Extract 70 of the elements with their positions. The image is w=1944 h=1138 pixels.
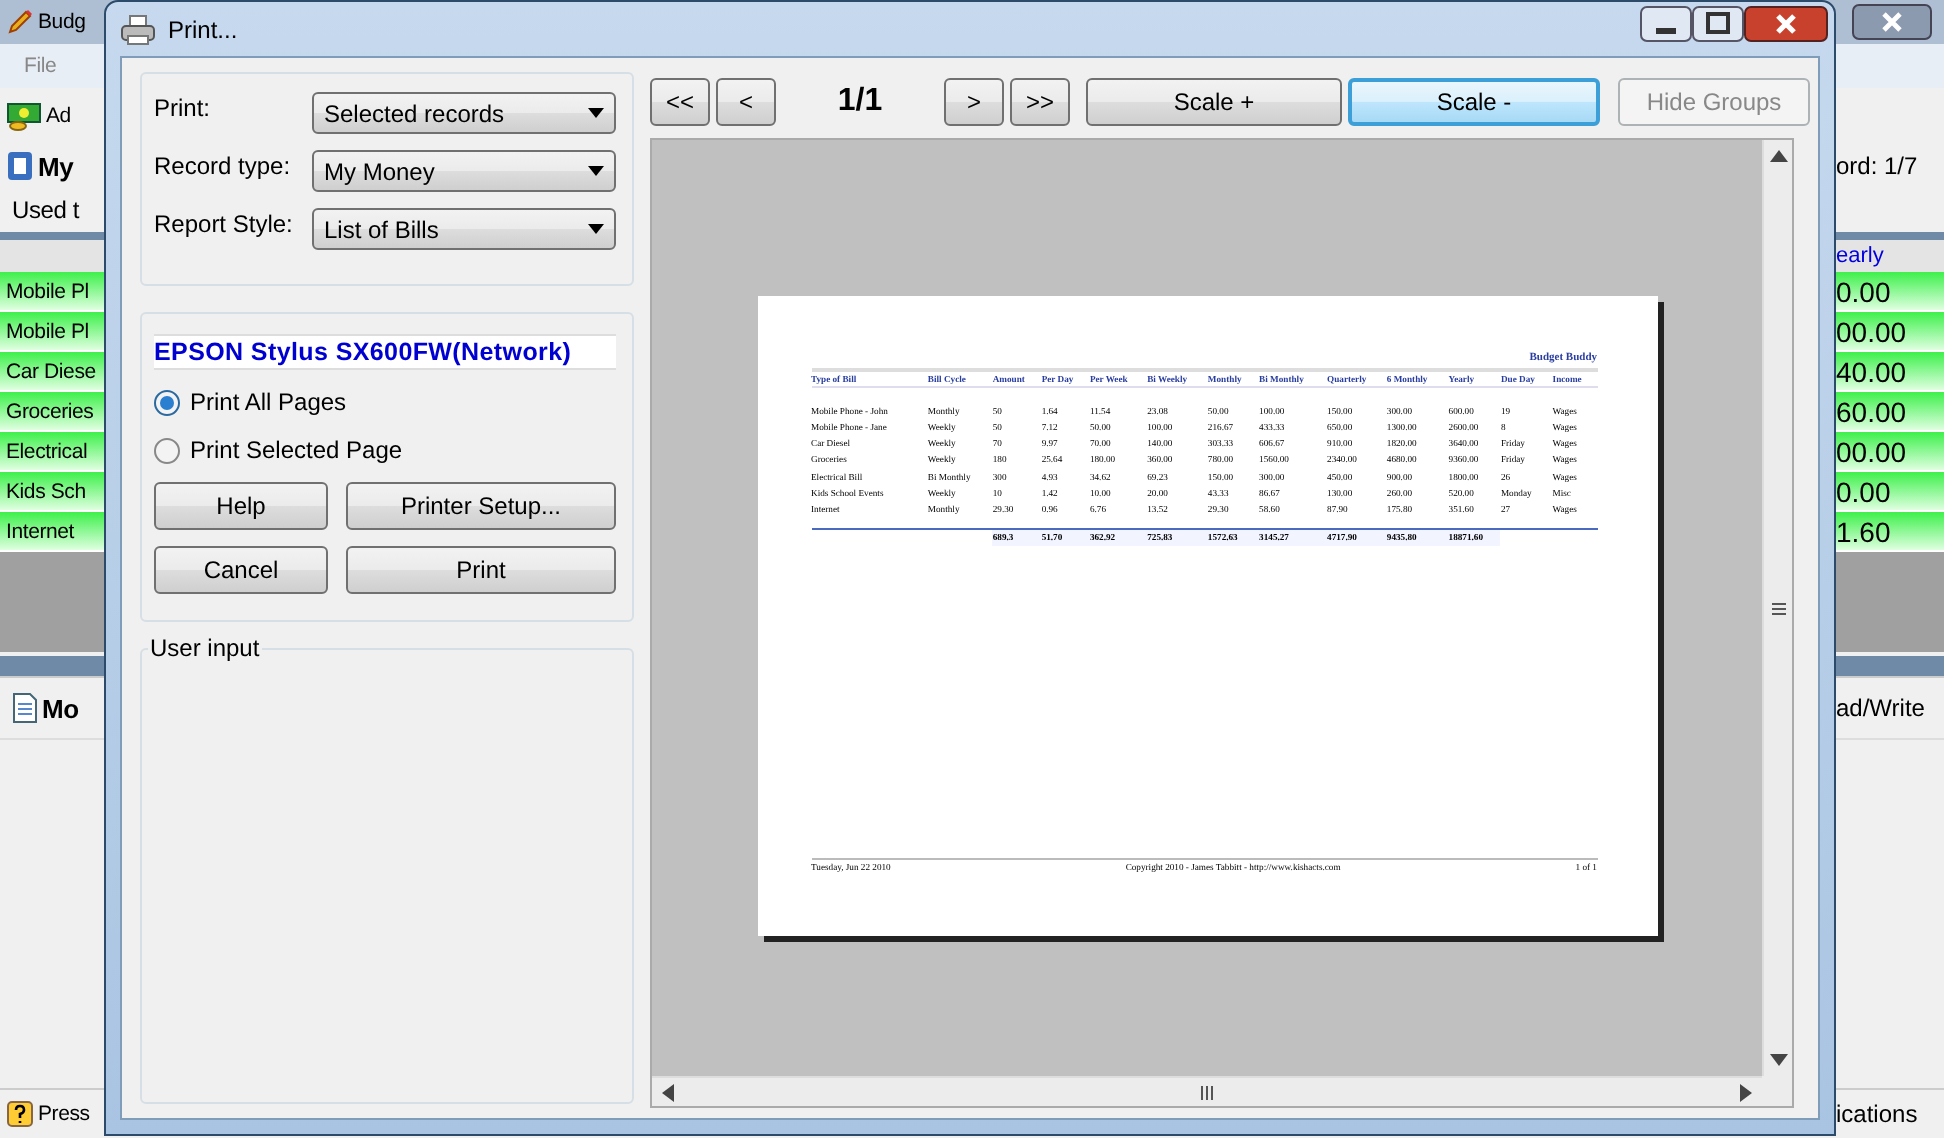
dialog-button[interactable]: Help <box>154 482 328 530</box>
pencil-icon <box>6 8 34 36</box>
page-number: 1/1 <box>835 84 885 120</box>
dialog-title: Print... <box>168 15 238 43</box>
table-cell: Mobile Pl <box>6 319 89 343</box>
table-cell: Internet <box>6 519 75 543</box>
help-icon <box>6 1100 34 1128</box>
dialog-button[interactable]: Print <box>346 546 616 594</box>
minimize-icon[interactable] <box>1640 5 1692 41</box>
section-title: Mo <box>42 693 79 723</box>
table-cell: Electrical <box>6 439 88 463</box>
table-cell: Car Diese <box>6 359 96 383</box>
nav-button[interactable]: << <box>650 78 710 126</box>
add-button[interactable]: Ad <box>46 104 71 128</box>
maximize-icon[interactable] <box>1692 5 1744 41</box>
money-icon <box>6 100 42 132</box>
table-cell: 00.00 <box>1836 315 1907 347</box>
dropdown[interactable]: My Money <box>312 150 616 192</box>
table-cell: 60.00 <box>1836 395 1907 427</box>
printer-name: EPSON Stylus SX600FW(Network) <box>154 334 616 370</box>
dropdown-arrow-icon <box>588 166 604 176</box>
dropdown[interactable]: List of Bills <box>312 208 616 250</box>
radio-label[interactable]: Print Selected Page <box>190 436 403 464</box>
scroll-down-icon[interactable] <box>1769 1054 1787 1066</box>
table-cell: Groceries <box>6 399 94 423</box>
vertical-scrollbar[interactable] <box>1762 140 1792 1076</box>
window-title: Budg <box>38 10 86 34</box>
radio-button[interactable] <box>154 437 180 463</box>
radio-label[interactable]: Print All Pages <box>190 388 347 416</box>
radio-button[interactable] <box>154 389 180 415</box>
status-text: Press <box>38 1102 90 1126</box>
group-label: User input <box>148 634 262 662</box>
column-header <box>0 240 106 272</box>
table-cell: 0.00 <box>1836 475 1891 507</box>
scroll-right-icon[interactable] <box>1740 1083 1752 1101</box>
toolbar-button[interactable]: Scale + <box>1086 78 1342 126</box>
panel-subtitle: Used t <box>12 196 79 224</box>
table-cell: Mobile Pl <box>6 279 89 303</box>
grip-icon[interactable] <box>1771 601 1785 615</box>
field-label: Record type: <box>154 151 291 179</box>
grip-icon[interactable] <box>1200 1085 1214 1099</box>
dropdown[interactable]: Selected records <box>312 92 616 134</box>
column-header: early <box>1836 244 1884 268</box>
toolbar-button[interactable]: Scale - <box>1348 78 1600 126</box>
status-label: ad/Write <box>1836 694 1925 722</box>
field-label: Print: <box>154 93 211 121</box>
nav-button[interactable]: > <box>944 78 1004 126</box>
close-icon[interactable] <box>1744 5 1828 41</box>
printer-icon <box>120 13 156 45</box>
table-cell: 00.00 <box>1836 435 1907 467</box>
table-cell: Kids Sch <box>6 479 86 503</box>
field-label: Report Style: <box>154 209 293 237</box>
dropdown-arrow-icon <box>588 108 604 118</box>
page-icon <box>12 692 38 724</box>
table-cell: 1.60 <box>1836 515 1891 547</box>
horizontal-scrollbar[interactable] <box>652 1076 1762 1106</box>
nav-button[interactable]: < <box>716 78 776 126</box>
nav-button[interactable]: >> <box>1010 78 1070 126</box>
scroll-left-icon[interactable] <box>662 1083 674 1101</box>
dropdown-arrow-icon <box>588 224 604 234</box>
dialog-button[interactable]: Printer Setup... <box>346 482 616 530</box>
dialog-button[interactable]: Cancel <box>154 546 328 594</box>
status-text: ications <box>1836 1100 1918 1128</box>
table-cell: 0.00 <box>1836 275 1891 307</box>
panel-title: My <box>38 151 74 181</box>
close-icon[interactable] <box>1852 4 1932 40</box>
record-counter: ord: 1/7 <box>1836 152 1918 180</box>
table-cell: 40.00 <box>1836 355 1907 387</box>
scroll-up-icon[interactable] <box>1769 150 1787 162</box>
document-icon <box>6 150 34 182</box>
